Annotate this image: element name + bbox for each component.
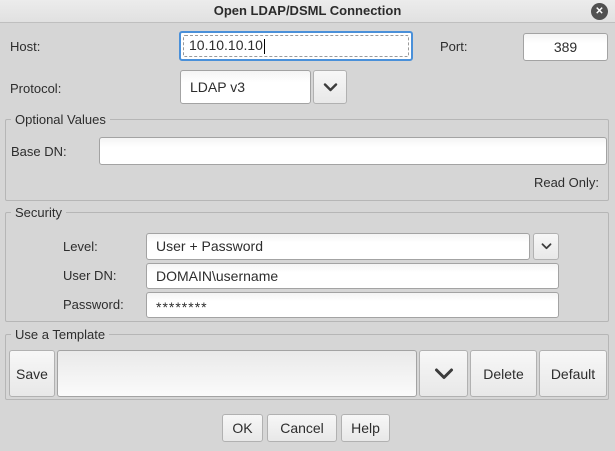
default-button-label: Default [551,366,595,382]
user-dn-input[interactable]: DOMAIN\username [146,263,559,289]
chevron-down-icon [541,243,552,250]
host-value: 10.10.10.10 [189,37,263,53]
titlebar: Open LDAP/DSML Connection ✕ [0,0,615,23]
level-label: Level: [63,238,98,255]
close-button[interactable]: ✕ [591,3,608,20]
protocol-combo-value[interactable]: LDAP v3 [180,70,311,104]
read-only-label: Read Only: [534,174,599,191]
chevron-down-icon [434,368,454,380]
password-input[interactable]: ******** [146,292,559,318]
security-level-dropdown-button[interactable] [533,233,559,260]
host-input[interactable]: 10.10.10.10 [179,31,413,61]
protocol-dropdown-button[interactable] [313,70,347,104]
user-dn-label: User DN: [63,267,116,284]
security-title: Security [11,204,66,221]
base-dn-label: Base DN: [11,143,67,160]
help-button[interactable]: Help [341,414,390,442]
cancel-button-label: Cancel [280,420,324,436]
cancel-button[interactable]: Cancel [267,414,337,442]
save-button-label: Save [16,366,48,382]
ok-button[interactable]: OK [222,414,263,442]
security-group: Security Level: User + Password User DN:… [5,212,609,322]
template-combo-value[interactable] [57,350,417,397]
close-icon: ✕ [595,6,603,17]
optional-values-group: Optional Values Base DN: Read Only: [5,119,609,201]
template-group: Use a Template Save Delete Default [5,334,609,400]
chevron-down-icon [323,83,338,92]
dialog-title: Open LDAP/DSML Connection [0,0,615,22]
ok-button-label: OK [232,420,252,436]
help-button-label: Help [351,420,380,436]
delete-button-label: Delete [483,366,523,382]
text-cursor [264,39,265,54]
port-label: Port: [440,38,467,55]
optional-values-title: Optional Values [11,111,110,128]
password-label: Password: [63,296,124,313]
default-button[interactable]: Default [539,350,607,397]
template-dropdown-button[interactable] [419,350,468,397]
open-ldap-connection-dialog: Open LDAP/DSML Connection ✕ Host: 10.10.… [0,0,615,451]
port-input[interactable]: 389 [523,33,608,61]
save-button[interactable]: Save [9,350,55,397]
host-label: Host: [10,38,40,55]
security-level-combo-value[interactable]: User + Password [146,233,530,260]
delete-button[interactable]: Delete [470,350,537,397]
template-title: Use a Template [11,326,109,343]
base-dn-input[interactable] [99,137,607,165]
protocol-label: Protocol: [10,80,61,97]
